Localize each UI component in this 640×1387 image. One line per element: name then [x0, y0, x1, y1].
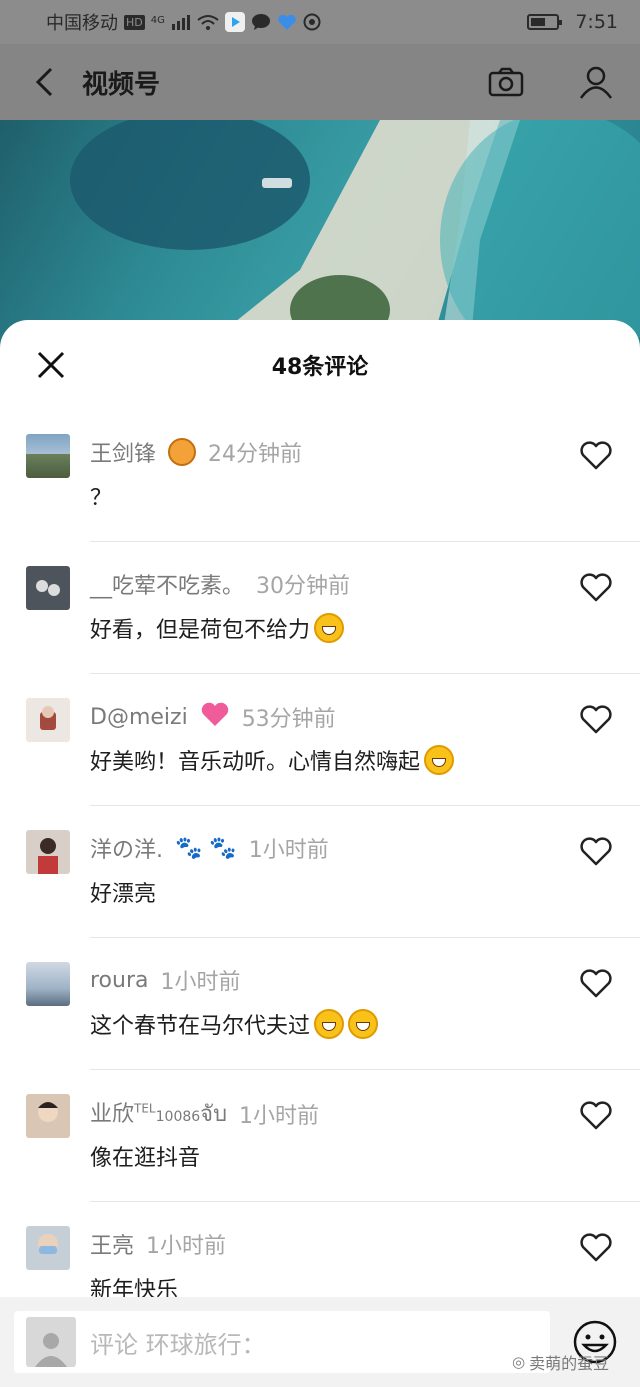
comment-time: 1小时前 [146, 1234, 227, 1259]
commenter-name[interactable]: 王亮 [90, 1228, 134, 1260]
comment-text-row: 这个春节在马尔代夫过 [90, 1008, 379, 1040]
commenter-name[interactable]: D@meizi [90, 705, 188, 730]
heart-outline-icon[interactable] [580, 1100, 612, 1130]
comment-text: 好看，但是荷包不给力 [90, 618, 311, 643]
video-app-icon [224, 12, 245, 32]
avatar[interactable] [26, 566, 70, 610]
comments-sheet: 48条评论 王剑锋 24分钟前 ？ __吃荤不吃素。 30分钟前 好看，但是荷包… [0, 320, 640, 1387]
comment-item: __吃荤不吃素。 30分钟前 好看，但是荷包不给力 [0, 542, 640, 674]
watermark: ◎ 卖萌的蚕豆 [512, 1350, 609, 1374]
commenter-name[interactable]: __吃荤不吃素。 [90, 568, 244, 600]
comment-text: 好漂亮 [90, 882, 157, 907]
comment-text-row: 好美哟！音乐动听。心情自然嗨起 [90, 744, 455, 776]
avatar[interactable] [26, 830, 70, 874]
commenter-name[interactable]: 洋の洋. [90, 832, 163, 864]
page-title: 视频号 [82, 69, 161, 100]
watermark-text: 卖萌的蚕豆 [529, 1354, 610, 1373]
comment-time: 1小时前 [160, 970, 241, 995]
comment-count-title: 48条评论 [271, 355, 369, 380]
grinning-emoji-icon [348, 1009, 379, 1039]
comment-text: 像在逛抖音 [90, 1146, 201, 1171]
paw-prints-emoji-icon: 🐾 🐾 [175, 835, 237, 861]
battery-icon [527, 14, 563, 30]
comment-time: 1小时前 [248, 838, 329, 863]
comment-item: 王剑锋 24分钟前 ？ [0, 410, 640, 542]
wechat-icon: ◎ [512, 1353, 526, 1371]
tiger-emoji-icon [168, 438, 197, 466]
video-preview[interactable] [0, 120, 640, 350]
comment-item: 洋の洋. 🐾 🐾 1小时前 好漂亮 [0, 806, 640, 938]
person-icon[interactable] [576, 62, 616, 102]
my-avatar [26, 1317, 76, 1367]
comment-text-row: 好看，但是荷包不给力 [90, 612, 345, 644]
network-type-label: 4G [150, 15, 165, 26]
avatar[interactable] [26, 1226, 70, 1270]
heart-outline-icon[interactable] [580, 836, 612, 866]
close-icon[interactable] [34, 348, 68, 382]
laughing-crying-emoji-icon [314, 613, 345, 643]
wifi-icon [197, 14, 219, 30]
status-bar: 中国移动 HD 4G 7:51 [0, 0, 640, 44]
comment-time: 53分钟前 [241, 707, 336, 732]
commenter-name[interactable]: 业欣TEL10086จับ [90, 1096, 227, 1131]
comment-time: 24分钟前 [208, 442, 303, 467]
comment-input[interactable]: 评论 环球旅行： [14, 1311, 550, 1373]
comment-item: 业欣TEL10086จับ 1小时前 像在逛抖音 [0, 1070, 640, 1202]
sparkling-heart-emoji-icon [200, 700, 230, 734]
heart-outline-icon[interactable] [580, 1232, 612, 1262]
comment-item: roura 1小时前 这个春节在马尔代夫过 [0, 938, 640, 1070]
comment-input-placeholder: 评论 环球旅行： [90, 1330, 266, 1359]
winking-tongue-emoji-icon [424, 745, 455, 775]
avatar[interactable] [26, 962, 70, 1006]
comment-list: 王剑锋 24分钟前 ？ __吃荤不吃素。 30分钟前 好看，但是荷包不给力 D@… [0, 410, 640, 1298]
signal-icon [171, 14, 191, 30]
heart-app-icon [277, 13, 297, 31]
chat-bubble-icon [251, 13, 271, 31]
heart-outline-icon[interactable] [580, 440, 612, 470]
sheet-header: 48条评论 [0, 320, 640, 410]
comment-text: 新年快乐 [90, 1278, 179, 1298]
hd-badge: HD [124, 14, 145, 30]
nav-bar: 视频号 [0, 44, 640, 120]
camera-icon[interactable] [486, 62, 526, 102]
avatar[interactable] [26, 698, 70, 742]
comment-time: 1小时前 [239, 1103, 320, 1129]
carrier-label: 中国移动 [46, 13, 118, 34]
chevron-left-icon[interactable] [24, 62, 64, 102]
comment-item: 王亮 1小时前 新年快乐 [0, 1202, 640, 1298]
comment-text: 这个春节在马尔代夫过 [90, 1014, 311, 1039]
settings-app-icon [303, 13, 321, 31]
heart-outline-icon[interactable] [580, 968, 612, 998]
comment-text: ？ [90, 486, 113, 511]
commenter-name[interactable]: roura [90, 968, 149, 993]
commenter-name[interactable]: 王剑锋 [90, 436, 156, 468]
heart-outline-icon[interactable] [580, 704, 612, 734]
avatar[interactable] [26, 434, 70, 478]
comment-item: D@meizi 53分钟前 好美哟！音乐动听。心情自然嗨起 [0, 674, 640, 806]
clock: 7:51 [575, 11, 618, 33]
comment-time: 30分钟前 [256, 574, 351, 599]
heart-outline-icon[interactable] [580, 572, 612, 602]
avatar[interactable] [26, 1094, 70, 1138]
grinning-emoji-icon [314, 1009, 345, 1039]
comment-text: 好美哟！音乐动听。心情自然嗨起 [90, 750, 421, 775]
